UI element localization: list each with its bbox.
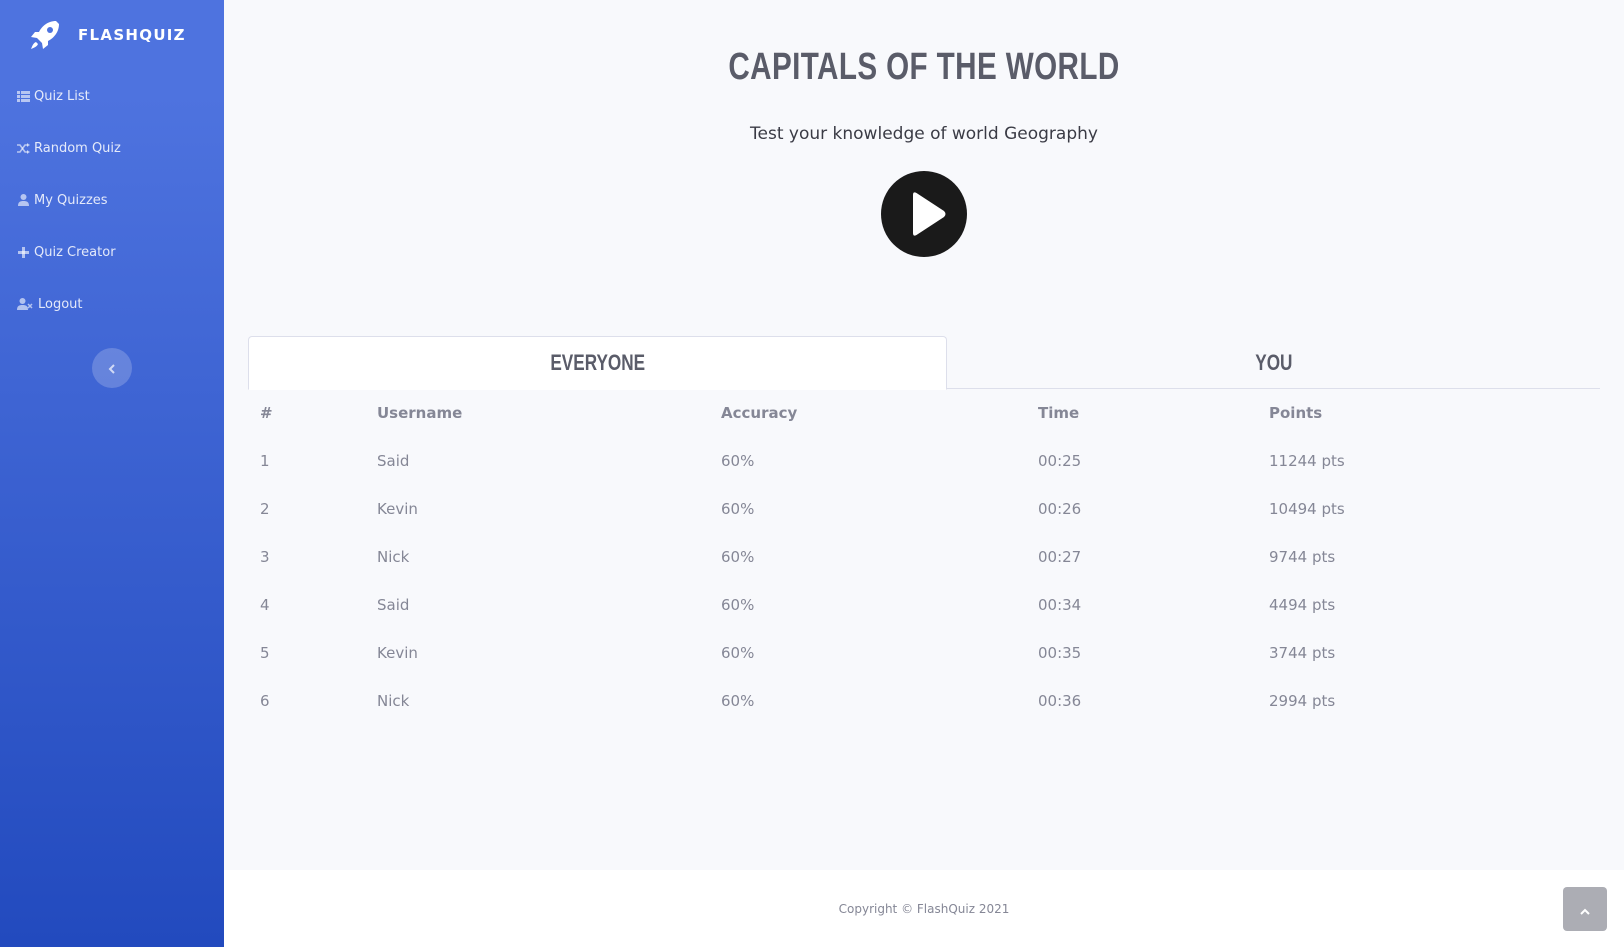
sidebar-item-label: My Quizzes <box>34 192 108 208</box>
sidebar-item-quiz-creator[interactable]: Quiz Creator <box>0 226 224 278</box>
chevron-left-icon <box>108 359 116 378</box>
cell-rank: 6 <box>260 692 270 710</box>
table-row: 2 Kevin 60% 00:26 10494 pts <box>248 485 1600 533</box>
sidebar-item-label: Random Quiz <box>34 140 121 156</box>
table-header-row: # Username Accuracy Time Points <box>248 389 1600 437</box>
sidebar-item-logout[interactable]: Logout <box>0 278 224 330</box>
cell-username: Nick <box>377 548 410 566</box>
cell-points: 3744 pts <box>1269 644 1336 662</box>
cell-points: 4494 pts <box>1269 596 1336 614</box>
column-header-accuracy: Accuracy <box>721 404 798 422</box>
user-times-icon <box>16 298 34 311</box>
sidebar-item-random-quiz[interactable]: Random Quiz <box>0 122 224 174</box>
cell-username: Kevin <box>377 644 418 662</box>
quiz-description: Test your knowledge of world Geography <box>750 124 1098 144</box>
cell-time: 00:25 <box>1038 452 1082 470</box>
column-header-time: Time <box>1038 404 1080 422</box>
play-quiz-button[interactable] <box>881 171 967 257</box>
cell-accuracy: 60% <box>721 644 755 662</box>
sidebar-toggle-button[interactable] <box>92 348 132 388</box>
list-icon <box>16 90 30 103</box>
cell-time: 00:27 <box>1038 548 1082 566</box>
column-header-rank: # <box>260 404 273 422</box>
tab-label: EVERYONE <box>550 350 645 375</box>
table-row: 4 Said 60% 00:34 4494 pts <box>248 581 1600 629</box>
tab-you[interactable]: YOU <box>947 336 1600 389</box>
leaderboard-table: # Username Accuracy Time Points 1 Said 6… <box>248 389 1600 725</box>
cell-points: 11244 pts <box>1269 452 1345 470</box>
cell-accuracy: 60% <box>721 452 755 470</box>
sidebar-item-label: Quiz List <box>34 88 90 104</box>
cell-points: 2994 pts <box>1269 692 1336 710</box>
cell-time: 00:36 <box>1038 692 1082 710</box>
table-row: 1 Said 60% 00:25 11244 pts <box>248 437 1600 485</box>
cell-time: 00:26 <box>1038 500 1082 518</box>
cell-rank: 2 <box>260 500 270 518</box>
scroll-to-top-button[interactable] <box>1563 887 1607 931</box>
column-header-username: Username <box>377 404 463 422</box>
footer: Copyright © FlashQuiz 2021 <box>224 870 1624 947</box>
cell-points: 10494 pts <box>1269 500 1345 518</box>
play-icon <box>881 171 967 257</box>
cell-username: Said <box>377 596 410 614</box>
quiz-title: CAPITALS OF THE WORLD <box>728 46 1120 88</box>
table-row: 3 Nick 60% 00:27 9744 pts <box>248 533 1600 581</box>
leaderboard-tabs: EVERYONE YOU <box>248 336 1600 390</box>
cell-accuracy: 60% <box>721 596 755 614</box>
cell-accuracy: 60% <box>721 500 755 518</box>
tab-everyone[interactable]: EVERYONE <box>248 336 947 390</box>
sidebar-item-quiz-list[interactable]: Quiz List <box>0 70 224 122</box>
cell-username: Kevin <box>377 500 418 518</box>
shuffle-icon <box>16 142 30 155</box>
cell-time: 00:35 <box>1038 644 1082 662</box>
sidebar-item-label: Logout <box>38 296 83 312</box>
sidebar-item-label: Quiz Creator <box>34 244 116 260</box>
rocket-icon <box>28 18 62 52</box>
cell-rank: 4 <box>260 596 270 614</box>
copyright-text: Copyright © FlashQuiz 2021 <box>838 901 1010 916</box>
cell-accuracy: 60% <box>721 548 755 566</box>
table-row: 5 Kevin 60% 00:35 3744 pts <box>248 629 1600 677</box>
cell-username: Said <box>377 452 410 470</box>
brand-name: FLASHQUIZ <box>78 26 186 44</box>
sidebar-brand[interactable]: FLASHQUIZ <box>0 0 224 70</box>
cell-points: 9744 pts <box>1269 548 1336 566</box>
cell-username: Nick <box>377 692 410 710</box>
cell-rank: 1 <box>260 452 270 470</box>
sidebar-item-my-quizzes[interactable]: My Quizzes <box>0 174 224 226</box>
chevron-up-icon <box>1580 900 1590 919</box>
column-header-points: Points <box>1269 404 1323 422</box>
cell-rank: 3 <box>260 548 270 566</box>
cell-accuracy: 60% <box>721 692 755 710</box>
cell-rank: 5 <box>260 644 270 662</box>
table-row: 6 Nick 60% 00:36 2994 pts <box>248 677 1600 725</box>
plus-icon <box>16 246 30 259</box>
cell-time: 00:34 <box>1038 596 1082 614</box>
user-icon <box>16 194 30 207</box>
tab-label: YOU <box>1254 349 1293 375</box>
main-content: CAPITALS OF THE WORLD Test your knowledg… <box>224 0 1624 870</box>
sidebar: FLASHQUIZ Quiz List Random Quiz My Quizz… <box>0 0 224 947</box>
